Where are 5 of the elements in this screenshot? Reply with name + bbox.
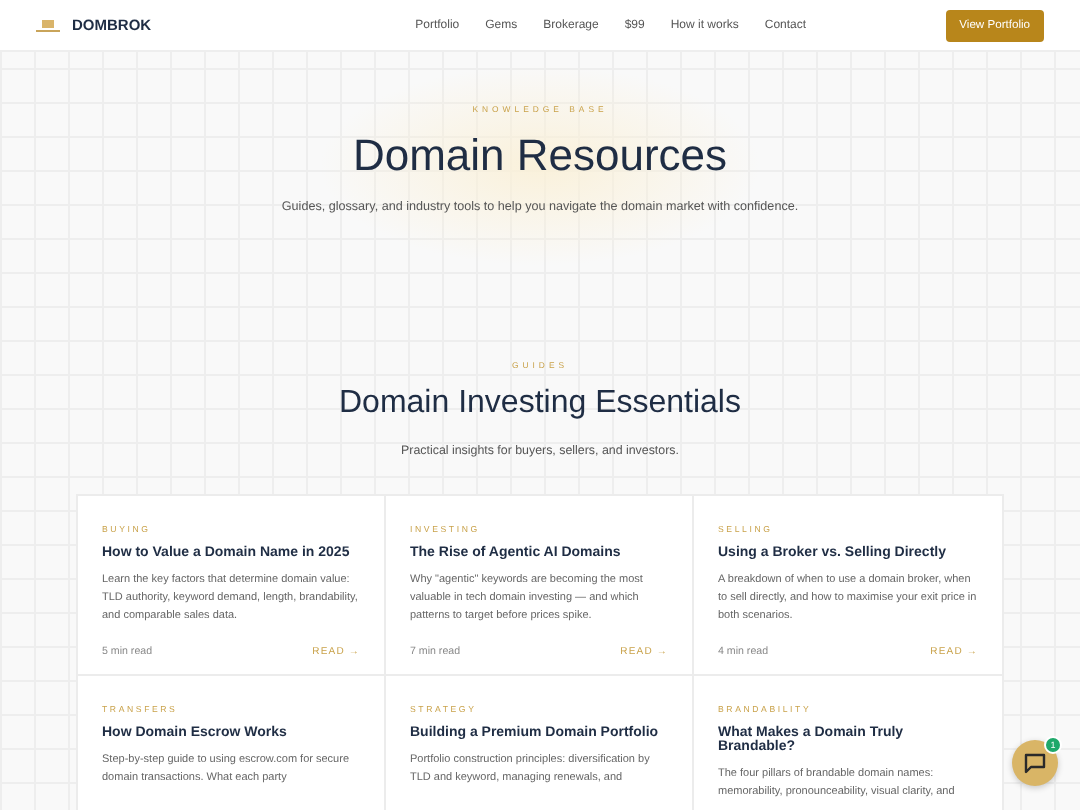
chat-button[interactable]: [1012, 740, 1058, 786]
chat-icon: [1024, 752, 1046, 774]
logo-icon: [36, 19, 60, 31]
page-title: Domain Resources: [352, 130, 728, 182]
section-title: Domain Investing Essentials: [339, 386, 741, 422]
